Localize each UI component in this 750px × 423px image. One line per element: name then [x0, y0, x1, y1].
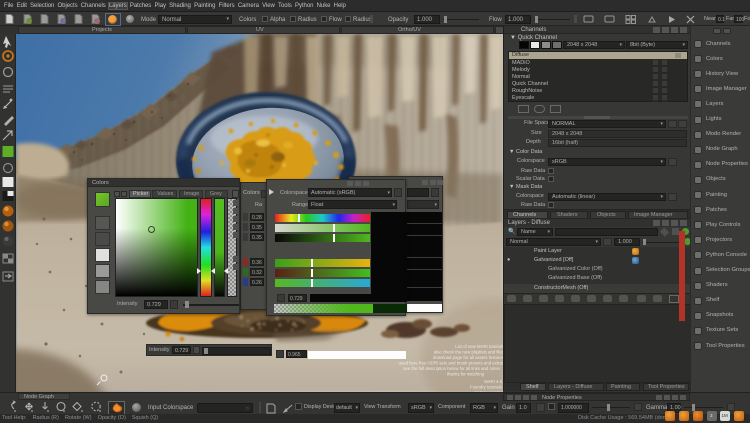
svg-text:List of new MARI tutorials: List of new MARI tutorials: [455, 344, 503, 349]
svg-text:used here free HDRI sets and b: used here free HDRI sets and brush prese…: [399, 361, 503, 366]
svg-text:thanks for watching: thanks for watching: [447, 372, 485, 377]
svg-text:download page for all assets t: download page for all assets textures: [433, 355, 503, 360]
svg-text:also check the new playlists a: also check the new playlists and files: [434, 350, 503, 355]
svg-text:see the full description below: see the full description below for all l…: [403, 366, 500, 371]
svg-text:MARI 4.6: MARI 4.6: [484, 379, 503, 384]
svg-text:Foundry tutorials: Foundry tutorials: [470, 385, 502, 390]
